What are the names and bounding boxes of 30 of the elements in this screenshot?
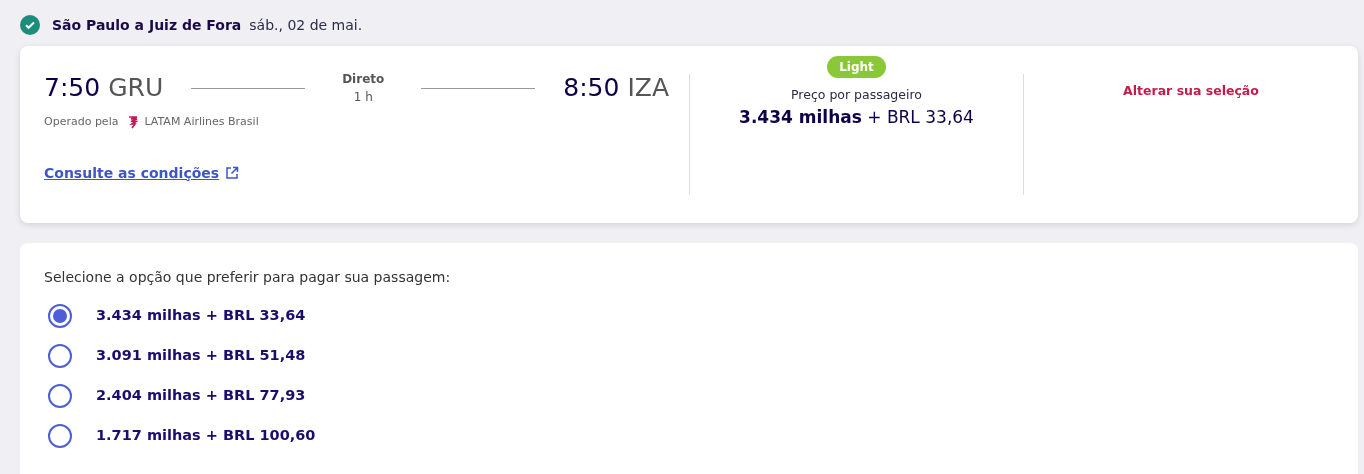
option-label: 3.434 milhas + BRL 33,64 [96,306,306,326]
option-label: 2.404 milhas + BRL 77,93 [96,386,306,406]
flight-date: sáb., 02 de mai. [249,15,363,35]
radio-button[interactable] [48,424,72,448]
arrival-time: 8:50 [563,72,620,105]
price-label: Preço por passageiro [791,86,922,104]
external-link-icon [225,166,240,180]
option-label: 1.717 milhas + BRL 100,60 [96,426,316,446]
flight-duration: 1 h [353,89,373,106]
conditions-link[interactable]: Consulte as condições [44,162,240,184]
operated-label: Operado pela [44,114,119,130]
change-selection-link[interactable]: Alterar sua seleção [1123,82,1259,101]
stops-label: Direto [342,71,385,88]
payment-prompt: Selecione a opção que preferir para pagar sua passagem: [44,268,452,287]
radio-button[interactable] [48,384,72,408]
payment-option[interactable]: 1.717 milhas + BRL 100,60 [48,424,1358,448]
airport-code: GRU [108,72,164,105]
payment-option[interactable]: 2.404 milhas + BRL 77,93 [48,384,1358,408]
fare-price: 3.434 milhas + BRL 33,64 [739,105,974,129]
option-label: 3.091 milhas + BRL 51,48 [96,346,306,366]
airport-code: IZA [627,72,669,105]
payment-option[interactable]: 3.434 milhas + BRL 33,64 [48,304,1358,328]
route-title: São Paulo a Juiz de Fora [52,15,242,35]
airline-name: LATAM Airlines Brasil [144,114,259,130]
radio-button[interactable] [48,304,72,328]
airline-logo-icon [128,115,139,130]
departure-time: 7:50 [44,72,101,105]
fare-badge: Light [827,56,886,78]
radio-button[interactable] [48,344,72,368]
payment-option[interactable]: 3.091 milhas + BRL 51,48 [48,344,1358,368]
